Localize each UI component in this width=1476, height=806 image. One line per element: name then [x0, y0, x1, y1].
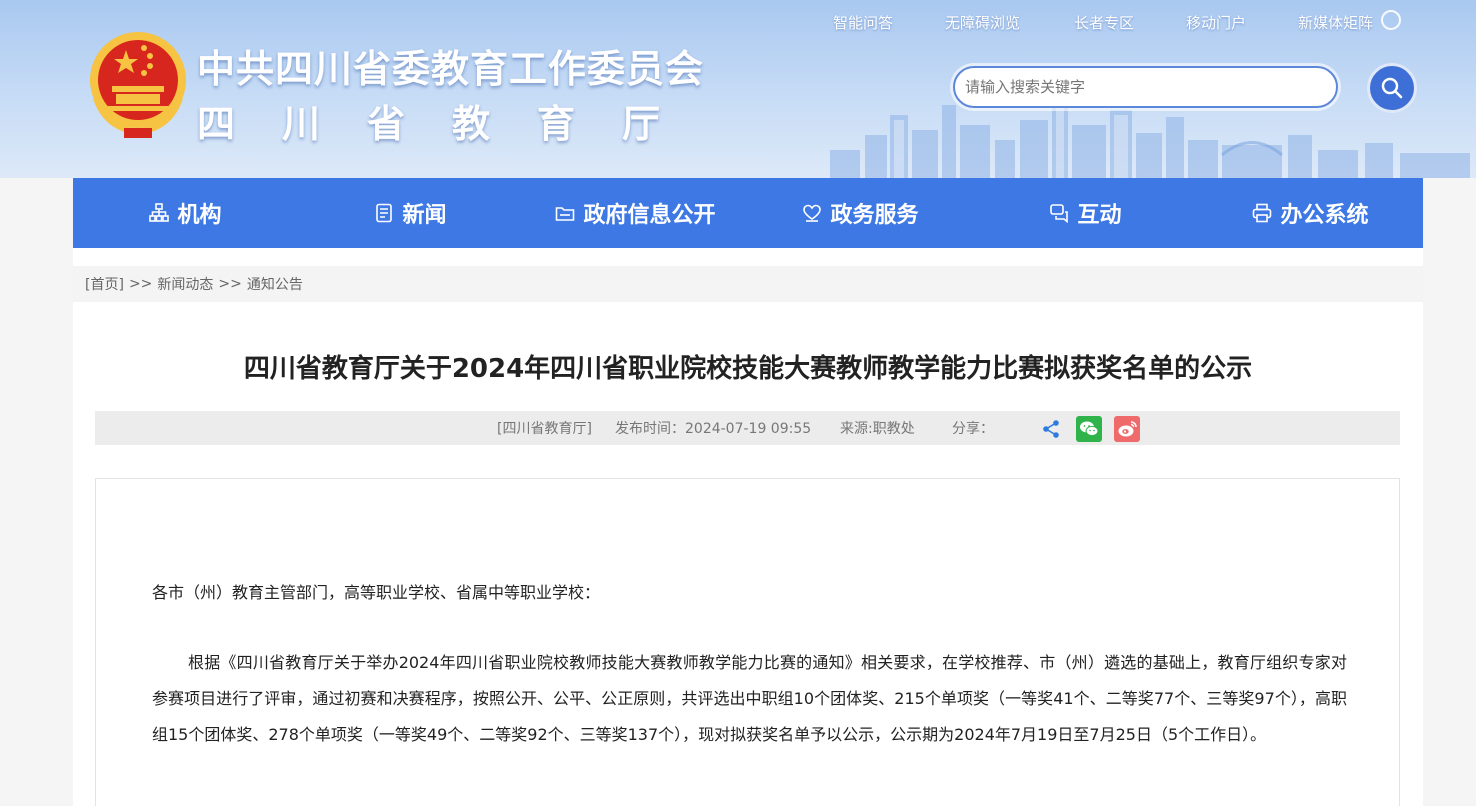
search-input[interactable] — [953, 66, 1338, 108]
wechat-icon[interactable] — [1076, 416, 1102, 442]
meta-origin: 来源:职教处 — [840, 421, 915, 437]
breadcrumb-separator: >> — [218, 276, 242, 292]
chat-icon — [1050, 204, 1069, 223]
nav-item-office[interactable]: 办公系统 — [1198, 178, 1423, 248]
meta-publish-time: 发布时间：2024-07-19 09:55 — [615, 421, 812, 437]
top-link-smart-qa[interactable]: 智能问答 — [833, 12, 893, 33]
article-greeting: 各市（州）教育主管部门，高等职业学校、省属中等职业学校： — [152, 583, 601, 602]
folder-open-icon — [556, 207, 575, 221]
nav-label: 机构 — [177, 203, 222, 228]
nav-label: 互动 — [1077, 203, 1122, 228]
nav-label: 政府信息公开 — [583, 203, 716, 228]
article-meta-bar: [四川省教育厅] 发布时间：2024-07-19 09:55 来源:职教处 分享… — [95, 411, 1400, 445]
article-paragraph: 根据《四川省教育厅关于举办2024年四川省职业院校教师技能大赛教师教学能力比赛的… — [152, 653, 1347, 744]
nav-label: 办公系统 — [1280, 203, 1369, 228]
meta-source: [四川省教育厅] — [497, 421, 592, 437]
search-icon — [1381, 77, 1403, 99]
site-header: 中共四川省委教育工作委员会 四川省教育厅 智能问答 无障碍浏览 长者专区 移动门… — [0, 0, 1476, 178]
news-icon — [376, 203, 393, 223]
article-body: 各市（州）教育主管部门，高等职业学校、省属中等职业学校： 根据《四川省教育厅关于… — [95, 478, 1400, 806]
printer-icon — [1253, 203, 1272, 223]
breadcrumb: [首页] >> 新闻动态 >> 通知公告 — [73, 266, 1423, 302]
article-title: 四川省教育厅关于2024年四川省职业院校技能大赛教师教学能力比赛拟获奖名单的公示 — [243, 354, 1253, 384]
top-link-elderly[interactable]: 长者专区 — [1074, 12, 1134, 33]
site-title-dept: 四川省教育厅 — [197, 102, 708, 146]
top-link-new-media[interactable]: 新媒体矩阵 — [1298, 12, 1373, 33]
heart-hand-icon — [803, 204, 822, 222]
org-chart-icon — [149, 203, 170, 222]
nav-item-gov-info[interactable]: 政府信息公开 — [523, 178, 748, 248]
national-emblem-logo — [90, 32, 186, 138]
weibo-icon[interactable] — [1114, 416, 1140, 442]
breadcrumb-home[interactable]: [首页] — [85, 274, 124, 294]
nav-item-services[interactable]: 政务服务 — [748, 178, 973, 248]
main-nav: 机构 新闻 政府信息公开 政务服务 互动 办公系统 — [73, 178, 1423, 248]
breadcrumb-separator: >> — [128, 276, 153, 292]
content-panel: [首页] >> 新闻动态 >> 通知公告 四川省教育厅关于2024年四川省职业院… — [73, 248, 1423, 806]
nav-label: 政务服务 — [830, 203, 919, 228]
new-media-icon[interactable] — [1381, 10, 1401, 30]
breadcrumb-notices[interactable]: 通知公告 — [247, 274, 303, 294]
share-icon[interactable] — [1038, 416, 1064, 442]
nav-item-org[interactable]: 机构 — [73, 178, 298, 248]
top-link-accessibility[interactable]: 无障碍浏览 — [945, 12, 1020, 33]
meta-share-label: 分享： — [952, 421, 994, 437]
site-title-org: 中共四川省委教育工作委员会 — [197, 47, 705, 91]
breadcrumb-news[interactable]: 新闻动态 — [157, 274, 213, 294]
search-button[interactable] — [1367, 63, 1417, 113]
top-link-mobile[interactable]: 移动门户 — [1186, 12, 1246, 33]
nav-item-interaction[interactable]: 互动 — [973, 178, 1198, 248]
nav-label: 新闻 — [402, 203, 447, 228]
nav-item-news[interactable]: 新闻 — [298, 178, 523, 248]
